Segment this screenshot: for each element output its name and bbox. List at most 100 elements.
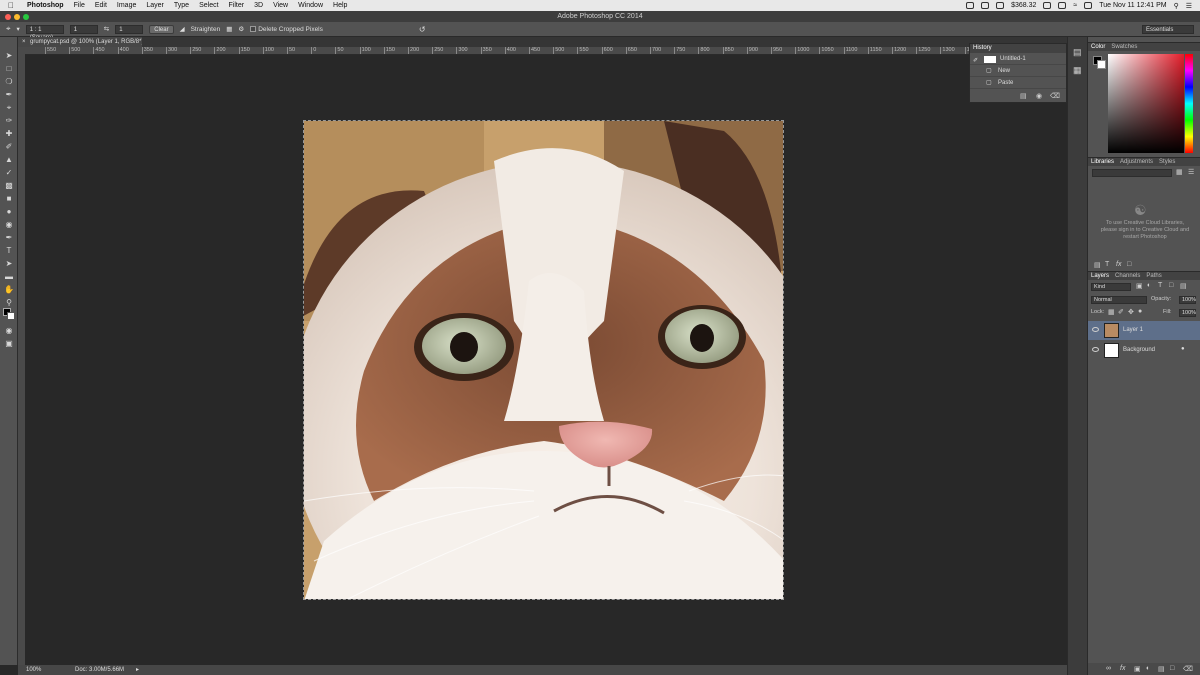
menu-photoshop[interactable]: Photoshop	[22, 2, 69, 9]
add-content-icon[interactable]: ▤	[1094, 261, 1101, 269]
status-menu-icon[interactable]	[981, 2, 990, 9]
history-step[interactable]: ▢ Paste	[970, 78, 1066, 89]
add-layer-style-icon[interactable]: fx	[1116, 261, 1121, 268]
opacity-field[interactable]: 100%	[1179, 296, 1196, 304]
marquee-tool-icon[interactable]: □	[4, 64, 14, 74]
time-machine-icon[interactable]	[1058, 2, 1067, 9]
swap-dimensions-icon[interactable]: ⇆	[104, 25, 109, 33]
overlay-grid-icon[interactable]: ▦	[226, 25, 232, 33]
filter-adjustment-icon[interactable]: ◐	[1147, 282, 1151, 289]
eyedropper-tool-icon[interactable]: ✑	[4, 116, 14, 126]
add-layer-mask-icon[interactable]: ▣	[1134, 665, 1141, 673]
tab-adjustments[interactable]: Adjustments	[1120, 158, 1153, 166]
bluetooth-icon[interactable]	[1043, 2, 1052, 9]
cat-photo-layer[interactable]	[303, 120, 784, 600]
reset-crop-icon[interactable]: ↺	[419, 25, 426, 34]
new-layer-icon[interactable]: □	[1170, 665, 1174, 672]
tab-color[interactable]: Color	[1091, 43, 1105, 51]
pen-tool-icon[interactable]: ✒	[4, 233, 14, 243]
grid-view-icon[interactable]: ▦	[1176, 168, 1183, 176]
menu-type[interactable]: Type	[169, 2, 194, 9]
menu-file[interactable]: File	[69, 2, 90, 9]
straighten-button[interactable]: Straighten	[191, 26, 221, 33]
hand-tool-icon[interactable]: ✋	[4, 285, 14, 295]
straighten-icon[interactable]: ◢	[180, 25, 185, 33]
tool-preset-chevron-icon[interactable]: ▾	[17, 25, 20, 33]
blend-mode-select[interactable]: Normal	[1091, 296, 1147, 304]
menu-layer[interactable]: Layer	[141, 2, 169, 9]
filter-shape-icon[interactable]: □	[1169, 282, 1173, 289]
battery-icon[interactable]	[1084, 2, 1093, 9]
close-window-button[interactable]	[5, 14, 11, 20]
lock-all-icon[interactable]: ●	[1138, 308, 1142, 315]
crop-width-input[interactable]: 1	[69, 24, 98, 34]
status-menu-icon[interactable]	[966, 2, 975, 9]
history-brush-tool-icon[interactable]: ✓	[4, 168, 14, 178]
status-menu-icon[interactable]	[996, 2, 1005, 9]
new-adjustment-layer-icon[interactable]: ◐	[1146, 665, 1150, 672]
hue-slider[interactable]	[1185, 54, 1193, 153]
history-snapshot[interactable]: ✐ Untitled-1	[970, 54, 1066, 65]
dodge-tool-icon[interactable]: ◉	[4, 220, 14, 230]
spotlight-search-icon[interactable]: ⚲	[1174, 2, 1179, 10]
zoom-window-button[interactable]	[23, 14, 29, 20]
rectangle-tool-icon[interactable]: ▬	[4, 272, 14, 282]
tab-swatches[interactable]: Swatches	[1111, 43, 1137, 51]
crop-height-input[interactable]: 1	[115, 24, 144, 34]
background-color-swatch[interactable]	[7, 312, 15, 320]
zoom-tool-icon[interactable]: ⚲	[4, 298, 14, 308]
tab-styles[interactable]: Styles	[1159, 158, 1175, 166]
new-document-from-state-icon[interactable]: ▤	[1020, 92, 1027, 100]
tab-history[interactable]: History	[973, 44, 992, 53]
layer-row-background[interactable]: Background ●	[1088, 341, 1200, 360]
tab-paths[interactable]: Paths	[1146, 272, 1161, 280]
quick-selection-tool-icon[interactable]: ✒	[4, 90, 14, 100]
visibility-eye-icon[interactable]	[1092, 327, 1099, 332]
document-tab[interactable]: × grumpycat.psd @ 100% (Layer 1, RGB/8*)	[18, 37, 143, 47]
eraser-tool-icon[interactable]: ▩	[4, 181, 14, 191]
menu-image[interactable]: Image	[112, 2, 141, 9]
add-color-icon[interactable]: □	[1127, 261, 1131, 268]
crop-tool-icon[interactable]: ⌖	[6, 24, 11, 34]
menu-edit[interactable]: Edit	[90, 2, 112, 9]
menu-3d[interactable]: 3D	[249, 2, 268, 9]
settings-gear-icon[interactable]: ⚙	[238, 25, 244, 33]
menu-filter[interactable]: Filter	[224, 2, 250, 9]
visibility-eye-icon[interactable]	[1092, 347, 1099, 352]
lock-position-icon[interactable]: ✥	[1128, 308, 1134, 316]
menu-select[interactable]: Select	[194, 2, 223, 9]
layer-row-layer-1[interactable]: Layer 1	[1088, 321, 1200, 340]
crop-tool-icon[interactable]: ⌖	[4, 103, 14, 113]
delete-state-icon[interactable]: ⌫	[1050, 92, 1060, 100]
lasso-tool-icon[interactable]: ❍	[4, 77, 14, 87]
wifi-icon[interactable]: ≈	[1073, 2, 1077, 9]
history-step[interactable]: ▢ New	[970, 66, 1066, 77]
zoom-level-field[interactable]: 100%	[26, 665, 41, 675]
workspace-switcher[interactable]: Essentials	[1142, 25, 1194, 34]
delete-cropped-checkbox[interactable]: Delete Cropped Pixels	[250, 26, 323, 33]
status-menu-arrow-icon[interactable]: ▸	[136, 665, 139, 675]
menu-view[interactable]: View	[268, 2, 293, 9]
crop-ratio-select[interactable]: 1 : 1 (Square)	[25, 24, 64, 41]
new-group-icon[interactable]: ▤	[1158, 665, 1165, 673]
gradient-tool-icon[interactable]: ■	[4, 194, 14, 204]
type-tool-icon[interactable]: T	[4, 246, 14, 256]
history-panel-icon[interactable]: ▤	[1073, 47, 1082, 58]
filter-pixel-icon[interactable]: ▣	[1136, 282, 1143, 290]
lock-image-icon[interactable]: ✐	[1118, 308, 1124, 316]
lock-transparent-icon[interactable]: ▦	[1108, 308, 1115, 316]
screen-mode-icon[interactable]: ▣	[4, 339, 14, 349]
stock-balance[interactable]: $368.32	[1011, 2, 1036, 9]
filter-smart-object-icon[interactable]: ▤	[1180, 282, 1187, 290]
menu-help[interactable]: Help	[328, 2, 352, 9]
background-color-chip[interactable]	[1097, 60, 1106, 69]
horizontal-ruler[interactable]: 550 500 450 400 350 300 250 200 150 100 50 0 50 100 15…	[25, 47, 1067, 55]
tab-channels[interactable]: Channels	[1115, 272, 1140, 280]
list-view-icon[interactable]: ☰	[1188, 168, 1194, 176]
layer-filter-select[interactable]: Kind	[1091, 283, 1131, 291]
quick-mask-icon[interactable]: ◉	[4, 326, 14, 336]
healing-brush-tool-icon[interactable]: ✚	[4, 129, 14, 139]
library-select[interactable]	[1092, 169, 1172, 177]
tab-libraries[interactable]: Libraries	[1091, 158, 1114, 166]
add-layer-style-icon[interactable]: fx	[1120, 665, 1125, 672]
